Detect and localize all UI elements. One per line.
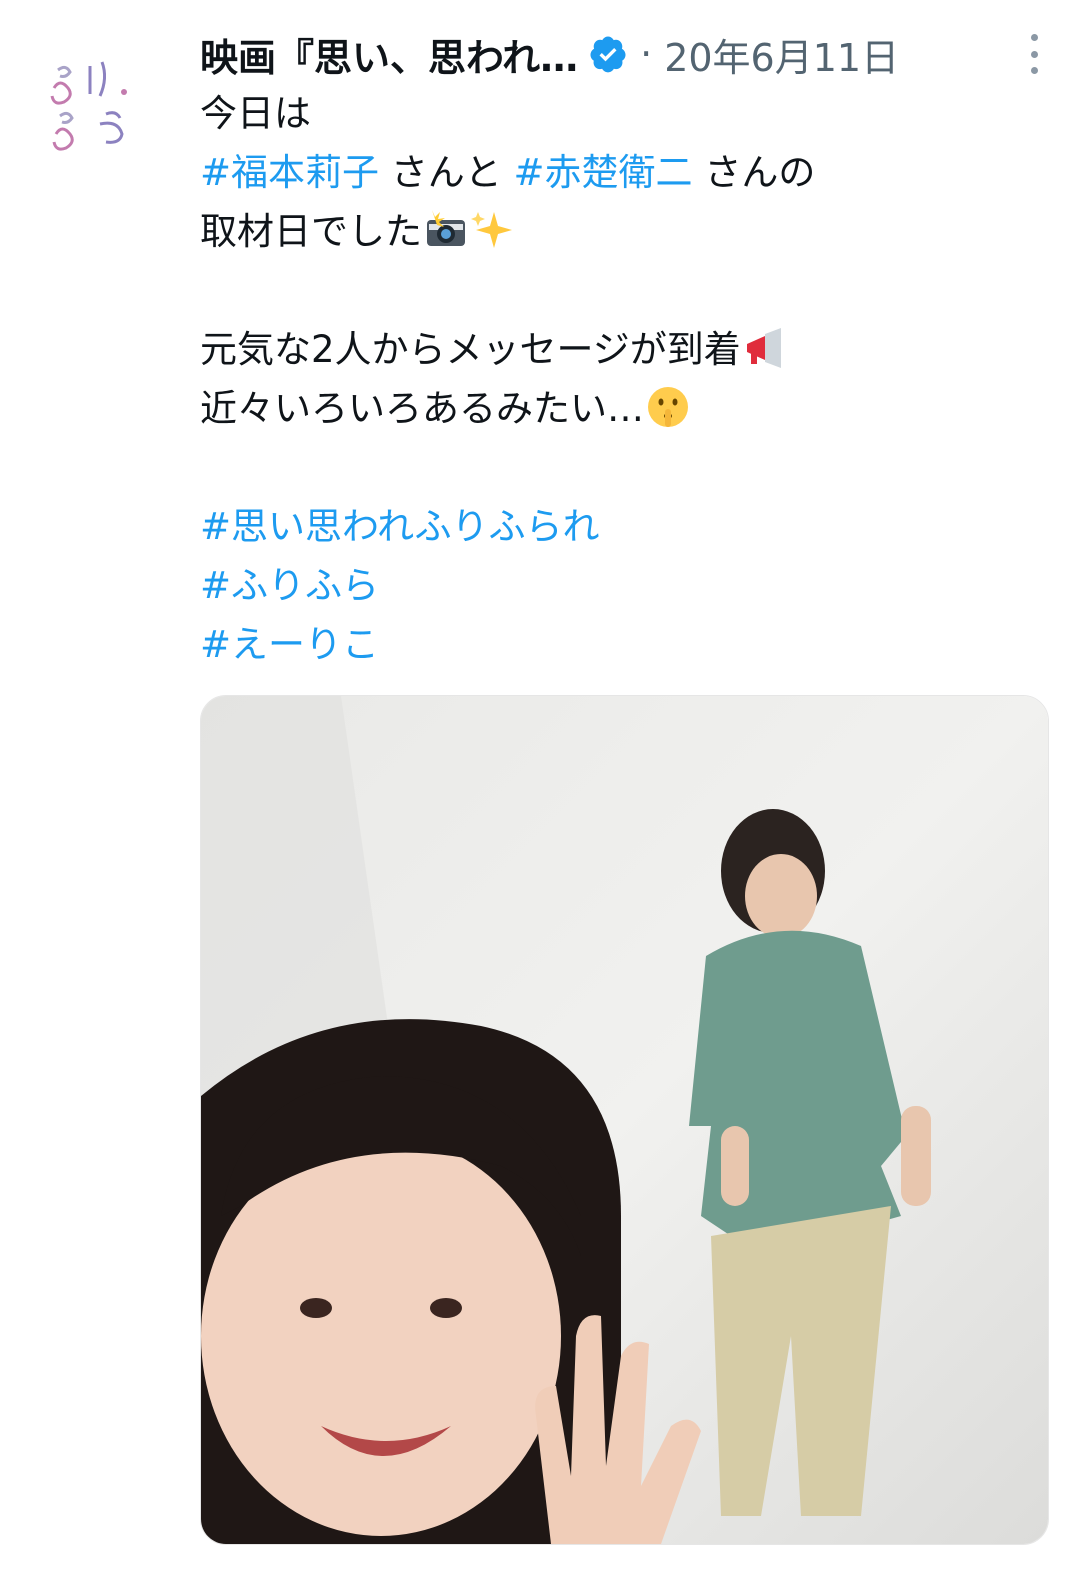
text-line: #ふりふら — [200, 556, 1040, 615]
more-vertical-icon[interactable] — [1026, 34, 1042, 74]
text-line: 元気な2人からメッセージが到着 — [200, 320, 1040, 379]
hashtag-link[interactable]: #福本莉子 — [200, 151, 379, 194]
author-name[interactable]: 映画『思い、思われ… — [200, 27, 578, 82]
hashtag-link[interactable]: #赤楚衛二 — [514, 151, 693, 194]
text-span: 取材日でした — [200, 210, 422, 253]
text-line: 今日は — [200, 92, 311, 135]
author-avatar[interactable] — [36, 40, 156, 160]
text-span: 近々いろいろあるみたい… — [200, 387, 644, 430]
separator-dot: · — [640, 32, 653, 76]
text-line: #思い思われふりふられ — [200, 497, 1040, 556]
tweet-text: 今日は #福本莉子 さんと #赤楚衛二 さんの 取材日でした 元気な2人からメッ… — [200, 84, 1040, 674]
text-line: 取材日でした — [200, 202, 1040, 261]
video-thumbnail-image — [201, 696, 1048, 1544]
furifura-logo — [36, 40, 156, 160]
camera-flash-emoji — [427, 210, 465, 246]
sparkles-emoji — [471, 212, 512, 248]
hashtag-link[interactable]: #えーりこ — [200, 623, 379, 666]
text-line: 近々いろいろあるみたい… — [200, 379, 1040, 438]
text-line: #えーりこ — [200, 615, 1040, 674]
tweet-header: 映画『思い、思われ… · 20年6月11日 — [200, 26, 1050, 82]
tweet-date[interactable]: 20年6月11日 — [664, 27, 899, 82]
hashtag-link[interactable]: #思い思われふりふられ — [200, 505, 600, 548]
text-span: さんと — [379, 151, 514, 194]
verified-badge-icon — [590, 36, 626, 73]
hashtag-link[interactable]: #ふりふら — [200, 564, 379, 607]
text-line: #福本莉子 さんと #赤楚衛二 さんの — [200, 143, 1040, 202]
megaphone-emoji — [746, 328, 781, 368]
text-span: 元気な2人からメッセージが到着 — [200, 328, 741, 371]
shushing-face-emoji — [648, 387, 688, 427]
text-span: さんの — [692, 151, 816, 194]
tweet-media-video[interactable] — [200, 695, 1049, 1545]
